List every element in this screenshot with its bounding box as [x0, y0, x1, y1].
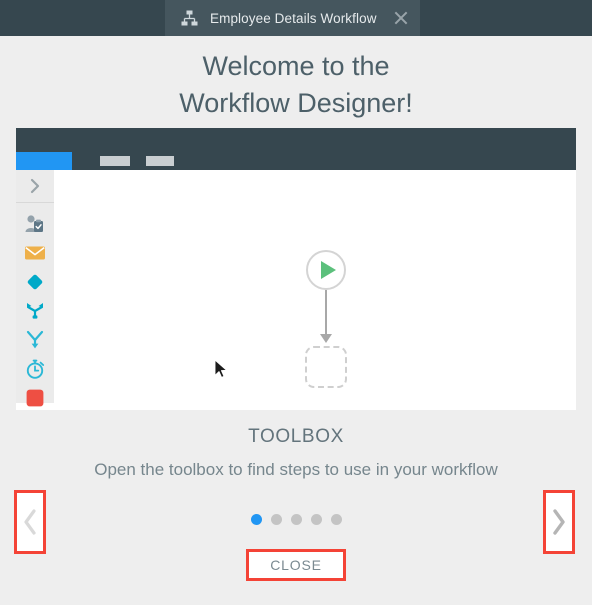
headline-line-2: Workflow Designer! — [179, 88, 413, 118]
mock-workflow-canvas[interactable] — [54, 170, 576, 410]
feature-description: Open the toolbox to find steps to use in… — [94, 460, 498, 479]
mock-app-toolbar — [16, 128, 576, 170]
toolbox-item-decision[interactable] — [23, 270, 47, 294]
page-title: Welcome to the Workflow Designer! — [0, 48, 592, 122]
mouse-cursor — [214, 359, 228, 378]
next-slide-button[interactable] — [543, 490, 575, 554]
pagination-dot-3[interactable] — [290, 514, 302, 525]
mock-toolbar-stub-1 — [100, 156, 130, 166]
arrow-down-head-icon — [320, 334, 332, 343]
title-bar: Employee Details Workflow — [0, 0, 592, 36]
tab-title: Employee Details Workflow — [210, 10, 377, 26]
toolbox-item-merge[interactable] — [23, 299, 47, 323]
mock-toolbar-active-tab — [16, 152, 72, 170]
chevron-right-icon — [553, 509, 565, 535]
chevron-right-icon — [30, 178, 40, 194]
toolbox-expand-button[interactable] — [16, 170, 54, 203]
welcome-dialog: Welcome to the Workflow Designer! TOOLBO… — [0, 36, 592, 605]
toolbox-item-stop[interactable] — [23, 386, 47, 410]
toolbox-item-email[interactable] — [23, 241, 47, 265]
previous-slide-button[interactable] — [14, 490, 46, 554]
mock-toolbar-stub-2 — [146, 156, 174, 166]
chevron-left-icon — [24, 509, 36, 535]
timer-icon — [26, 359, 45, 379]
decision-diamond-icon — [27, 274, 43, 290]
arrow-down-icon — [325, 290, 327, 338]
mock-toolbox-sidebar — [16, 170, 54, 407]
toolbox-item-user-task[interactable] — [23, 212, 47, 236]
pagination-dot-4[interactable] — [310, 514, 322, 525]
toolbox-item-fork[interactable] — [23, 328, 47, 352]
pagination-dot-1[interactable] — [250, 514, 262, 525]
close-icon[interactable] — [390, 7, 412, 29]
workflow-start-node[interactable] — [306, 250, 346, 290]
stop-icon — [26, 389, 44, 407]
pagination-dot-2[interactable] — [270, 514, 282, 525]
close-button-label: CLOSE — [270, 557, 322, 573]
toolbox-item-timer[interactable] — [23, 357, 47, 381]
play-icon — [320, 261, 336, 279]
user-task-icon — [25, 215, 43, 232]
pagination-dots — [0, 514, 592, 525]
merge-icon — [27, 303, 43, 319]
feature-title: TOOLBOX — [248, 426, 344, 447]
illustration-panel — [16, 128, 576, 410]
fork-icon — [26, 330, 44, 349]
window-tab-employee-details-workflow[interactable]: Employee Details Workflow — [165, 0, 420, 36]
pagination-dot-5[interactable] — [330, 514, 342, 525]
envelope-icon — [25, 246, 45, 260]
close-button[interactable]: CLOSE — [246, 549, 346, 581]
headline-line-1: Welcome to the — [202, 51, 390, 81]
workflow-empty-step-placeholder[interactable] — [305, 346, 347, 388]
hierarchy-icon — [181, 10, 198, 25]
